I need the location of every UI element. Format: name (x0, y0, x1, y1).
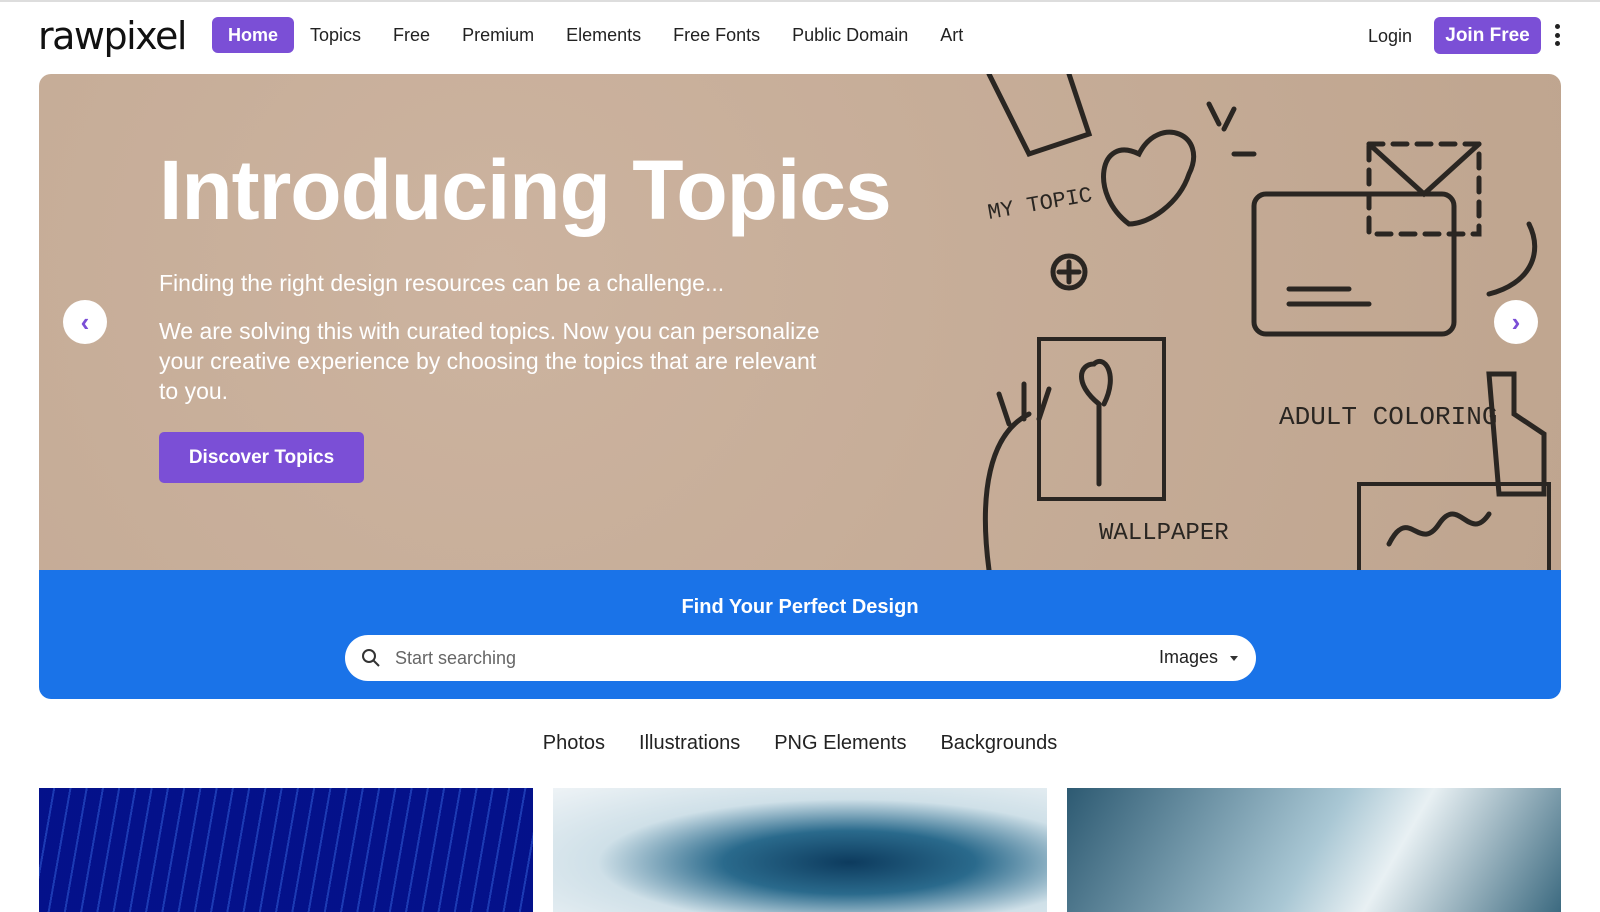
tab-backgrounds[interactable]: Backgrounds (940, 732, 1057, 755)
join-free-button[interactable]: Join Free (1434, 17, 1541, 54)
rawpixel-logo[interactable]: rawpixel (38, 14, 187, 58)
nav-free[interactable]: Free (377, 17, 446, 53)
search-type-select[interactable]: Images (1159, 647, 1238, 668)
hero-body: We are solving this with curated topics.… (159, 318, 820, 404)
nav-public-domain[interactable]: Public Domain (776, 17, 924, 53)
search-heading: Find Your Perfect Design (681, 596, 919, 618)
search-band: Find Your Perfect Design Images (39, 570, 1561, 699)
topics-doodle-illustration: MY TOPIC ADULT COLORING WALLPAPER (982, 74, 1551, 570)
thumbnail-solar-panels[interactable] (39, 788, 533, 912)
search-input[interactable] (395, 643, 1095, 673)
more-menu-icon[interactable] (1554, 24, 1560, 46)
svg-text:MY TOPIC: MY TOPIC (986, 183, 1094, 226)
svg-text:WALLPAPER: WALLPAPER (1099, 520, 1229, 547)
discover-topics-button[interactable]: Discover Topics (159, 432, 364, 483)
tab-illustrations[interactable]: Illustrations (639, 732, 740, 755)
nav-topics[interactable]: Topics (294, 17, 377, 53)
category-tabs: Photos Illustrations PNG Elements Backgr… (0, 732, 1600, 755)
thumbnail-sea-water[interactable] (1067, 788, 1561, 912)
search-bar: Images (345, 635, 1256, 681)
carousel-prev-chevron-left-icon[interactable]: ‹ (63, 300, 107, 344)
svg-text:ADULT COLORING: ADULT COLORING (1279, 402, 1497, 432)
tab-photos[interactable]: Photos (543, 732, 605, 755)
hero-banner: MY TOPIC ADULT COLORING WALLPAPER Introd… (39, 74, 1561, 570)
nav-premium[interactable]: Premium (446, 17, 550, 53)
login-link[interactable]: Login (1368, 26, 1412, 47)
nav-free-fonts[interactable]: Free Fonts (657, 17, 776, 53)
nav-art[interactable]: Art (924, 17, 979, 53)
top-nav: rawpixel Home Topics Free Premium Elemen… (0, 2, 1600, 72)
search-type-label: Images (1158, 647, 1218, 667)
main-menu: Home Topics Free Premium Elements Free F… (212, 17, 979, 53)
thumbnail-ocean-wave[interactable] (553, 788, 1047, 912)
nav-elements[interactable]: Elements (550, 17, 657, 53)
caret-down-icon (1230, 655, 1238, 661)
hero-subtitle: Finding the right design resources can b… (159, 270, 725, 296)
hero-title: Introducing Topics (159, 143, 892, 237)
carousel-next-chevron-right-icon[interactable]: › (1494, 300, 1538, 344)
tab-png-elements[interactable]: PNG Elements (774, 732, 906, 755)
nav-home[interactable]: Home (212, 17, 295, 53)
search-icon (362, 649, 380, 667)
